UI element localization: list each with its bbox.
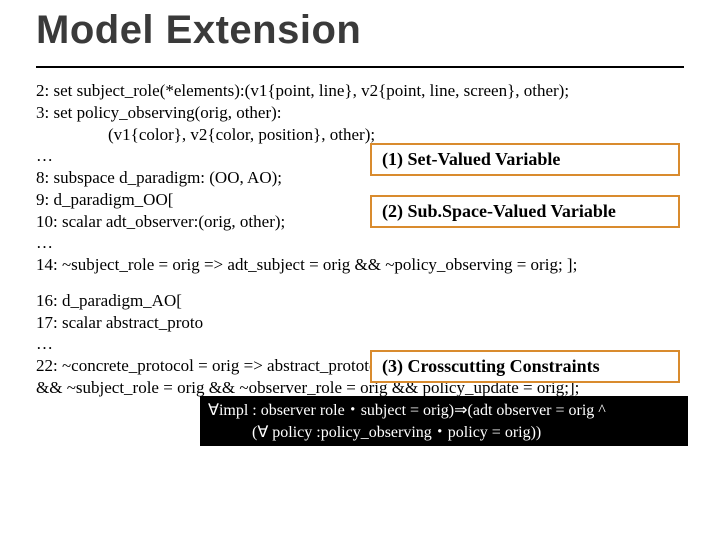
line-3b-text: (v1{color}, v2{color, position}, other); [36,124,375,146]
slide: Model Extension 2: set subject_role(*ele… [0,0,720,540]
ellipsis-2: … [36,232,684,254]
title-underline [36,66,684,68]
formula-box: ∀impl : observer role・subject = orig)⇒(a… [200,396,688,446]
line-3b: (v1{color}, v2{color, position}, other); [36,124,684,146]
line-2: 2: set subject_role(*elements):(v1{point… [36,80,684,102]
callout-set-valued: (1) Set-Valued Variable [370,143,680,176]
line-3: 3: set policy_observing(orig, other): [36,102,684,124]
callout-crosscutting: (3) Crosscutting Constraints [370,350,680,383]
formula-row-1: ∀impl : observer role・subject = orig)⇒(a… [208,400,680,422]
line-14: 14: ~subject_role = orig => adt_subject … [36,254,684,276]
page-title: Model Extension [36,8,361,53]
line-16: 16: d_paradigm_AO[ [36,290,684,312]
callout-subspace-valued: (2) Sub.Space-Valued Variable [370,195,680,228]
spacer [36,276,684,290]
formula-row-2: (∀ policy :policy_observing・policy = ori… [208,422,680,444]
line-17: 17: scalar abstract_proto [36,312,684,334]
